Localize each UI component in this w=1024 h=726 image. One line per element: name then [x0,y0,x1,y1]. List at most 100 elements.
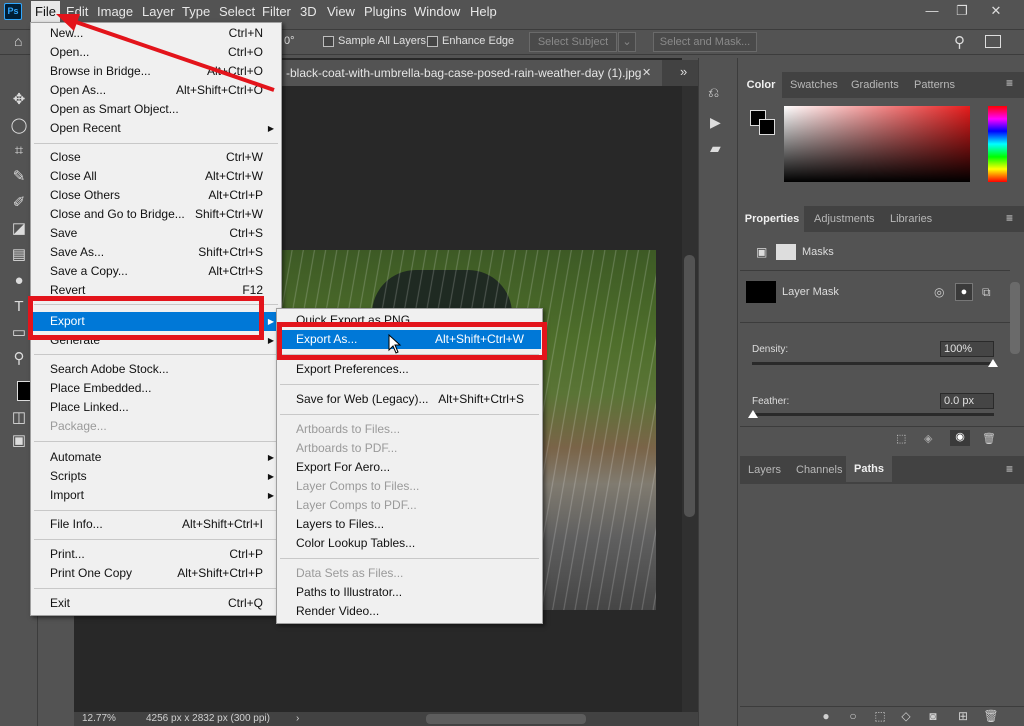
menu-item-save-copy[interactable]: Save a Copy... Alt+Ctrl+S [32,262,280,281]
menu-item-close-go-bridge[interactable]: Close and Go to Bridge... Shift+Ctrl+W [32,205,280,224]
new-path-icon[interactable]: ⊞ [955,708,971,724]
lasso-tool-icon[interactable]: ◯ [9,116,29,136]
tab-libraries[interactable]: Libraries [890,206,932,232]
delete-mask-icon[interactable]: 🗑 [982,432,996,445]
add-vector-mask-icon[interactable]: ⧉ [982,285,991,300]
screen-mode-icon[interactable]: ▣ [9,431,29,451]
tab-overflow-icon[interactable]: » [680,64,687,79]
layers-menu-icon[interactable]: ≡ [1006,462,1013,476]
stroke-path-icon[interactable]: ○ [845,708,861,724]
zoom-tool-icon[interactable]: ⚲ [9,349,29,369]
restore-icon[interactable]: ❐ [948,0,976,22]
menu-item-open-smart-object[interactable]: Open as Smart Object... [32,100,280,119]
menu-edit[interactable]: Edit [62,0,92,24]
layer-mask-thumbnail[interactable] [746,281,776,303]
document-tab[interactable]: -black-coat-with-umbrella-bag-case-posed… [282,60,662,86]
tab-paths[interactable]: Paths [846,456,892,482]
hue-slider[interactable] [988,106,1007,182]
load-path-selection-icon[interactable]: ⬚ [872,708,888,724]
vertical-scroll-thumb[interactable] [684,255,695,517]
crop-tool-icon[interactable]: ⌗ [9,141,29,161]
menu-item-place-embedded[interactable]: Place Embedded... [32,379,280,398]
menu-item-file-info[interactable]: File Info... Alt+Shift+Ctrl+I [32,515,280,534]
menu-item-print-one-copy[interactable]: Print One Copy Alt+Shift+Ctrl+P [32,564,280,583]
comments-icon[interactable]: ▰ [710,140,721,157]
move-tool-icon[interactable]: ✥ [9,90,29,110]
menu-type[interactable]: Type [178,0,214,24]
tab-swatches[interactable]: Swatches [790,72,838,98]
search-icon[interactable]: ⚲ [954,33,965,51]
menu-layer[interactable]: Layer [138,0,179,24]
dodge-tool-icon[interactable]: ● [9,271,29,291]
menu-item-paths-to-illustrator[interactable]: Paths to Illustrator... [278,583,541,602]
gradient-tool-icon[interactable]: ▤ [9,245,29,265]
feather-slider-handle[interactable] [748,410,758,418]
menu-item-close-all[interactable]: Close All Alt+Ctrl+W [32,167,280,186]
menu-item-save-for-web[interactable]: Save for Web (Legacy)... Alt+Shift+Ctrl+S [278,390,541,409]
eyedropper-tool-icon[interactable]: ✎ [9,167,29,187]
menu-item-render-video[interactable]: Render Video... [278,602,541,621]
horizontal-scroll-thumb[interactable] [426,714,586,724]
menu-item-artboards-to-pdf[interactable]: Artboards to PDF... [278,439,541,458]
brush-tool-icon[interactable]: ✐ [9,193,29,213]
menu-item-exit[interactable]: Exit Ctrl+Q [32,594,280,613]
properties-menu-icon[interactable]: ≡ [1006,211,1013,225]
menu-window[interactable]: Window [410,0,464,24]
minimize-icon[interactable]: — [918,0,946,22]
tab-gradients[interactable]: Gradients [851,72,899,98]
enhance-edge-checkbox[interactable] [427,36,438,47]
tab-close-icon[interactable]: ✕ [642,66,651,79]
density-slider[interactable] [752,362,994,365]
color-picker-field[interactable] [784,106,970,182]
type-tool-icon[interactable]: T [9,297,29,317]
menu-item-open-recent[interactable]: Open Recent ▶ [32,119,280,138]
make-work-path-icon[interactable]: ◇ [898,708,914,724]
menu-select[interactable]: Select [215,0,259,24]
density-field[interactable]: 100% [940,341,994,357]
select-and-mask-button[interactable]: Select and Mask... [653,32,757,52]
menu-file[interactable]: File [31,1,60,23]
fill-path-icon[interactable]: ● [818,708,834,724]
feather-field[interactable]: 0.0 px [940,393,994,409]
tab-channels[interactable]: Channels [796,457,842,483]
background-swatch[interactable] [759,119,775,135]
load-selection-icon[interactable]: ⬚ [896,432,906,445]
menu-item-export-for-aero[interactable]: Export For Aero... [278,458,541,477]
tab-layers[interactable]: Layers [748,457,781,483]
actions-play-icon[interactable]: ▶ [710,114,721,131]
foreground-color-swatch[interactable] [17,381,31,401]
menu-item-export-preferences[interactable]: Export Preferences... [278,360,541,379]
visibility-eye-icon[interactable]: ◉ [950,430,970,446]
menu-item-save[interactable]: Save Ctrl+S [32,224,280,243]
tab-properties[interactable]: Properties [740,206,804,232]
history-icon[interactable]: ⎌ [708,84,719,101]
menu-item-close-others[interactable]: Close Others Alt+Ctrl+P [32,186,280,205]
menu-item-search-stock[interactable]: Search Adobe Stock... [32,360,280,379]
shape-tool-icon[interactable]: ▭ [9,323,29,343]
menu-view[interactable]: View [323,0,359,24]
properties-scrollbar[interactable] [1010,282,1020,354]
menu-plugins[interactable]: Plugins [360,0,411,24]
menu-item-scripts[interactable]: Scripts ▶ [32,467,280,486]
menu-item-layers-to-files[interactable]: Layers to Files... [278,515,541,534]
menu-item-package[interactable]: Package... [32,417,280,436]
angle-value[interactable]: 0° [284,35,295,47]
menu-image[interactable]: Image [93,0,137,24]
apply-mask-icon[interactable]: ◈ [924,432,932,445]
edit-mode-icon[interactable]: ◫ [9,408,29,428]
menu-item-import[interactable]: Import ▶ [32,486,280,505]
menu-item-automate[interactable]: Automate ▶ [32,448,280,467]
menu-item-browse-in-bridge[interactable]: Browse in Bridge... Alt+Ctrl+O [32,62,280,81]
feather-slider[interactable] [752,413,994,416]
density-slider-handle[interactable] [988,359,998,367]
menu-item-new[interactable]: New... Ctrl+N [32,24,280,43]
menu-item-place-linked[interactable]: Place Linked... [32,398,280,417]
workspace-icon[interactable] [985,35,1001,48]
status-arrow-icon[interactable]: › [296,713,299,724]
tab-color[interactable]: Color [740,72,782,98]
menu-item-data-sets-as-files[interactable]: Data Sets as Files... [278,564,541,583]
select-subject-dropdown-icon[interactable]: ⌄ [618,32,636,52]
menu-item-color-lookup-tables[interactable]: Color Lookup Tables... [278,534,541,553]
select-subject-button[interactable]: Select Subject [529,32,617,52]
menu-item-layer-comps-to-files[interactable]: Layer Comps to Files... [278,477,541,496]
